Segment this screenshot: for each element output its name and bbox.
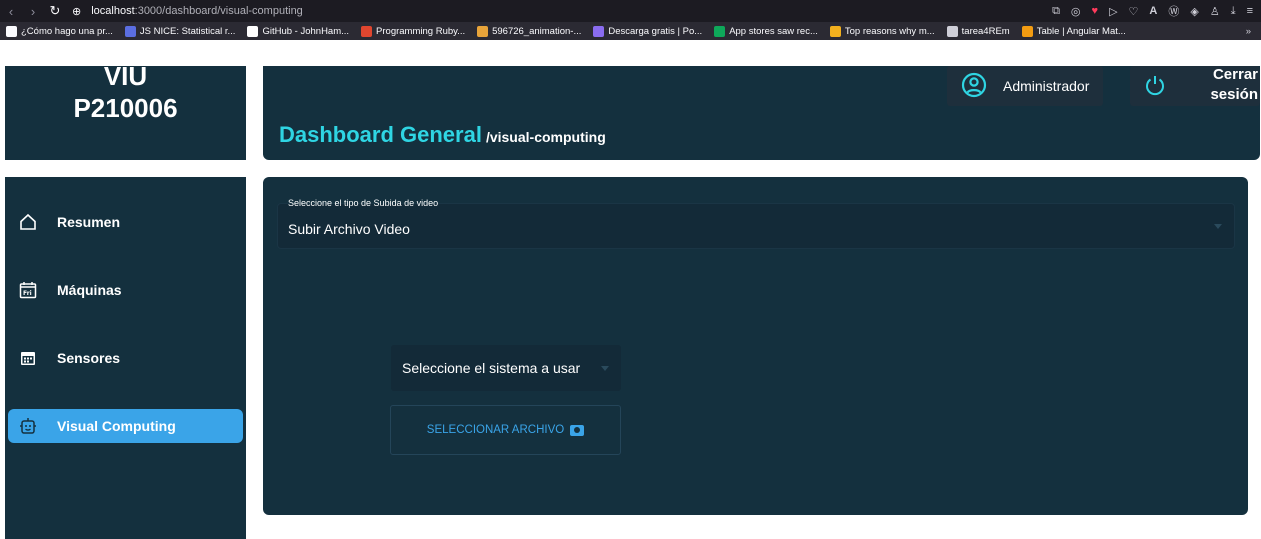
bookmark-favicon-icon: [477, 25, 489, 37]
sidebar-item-label: Máquinas: [57, 282, 122, 298]
bookmark-item[interactable]: Top reasons why m...: [829, 25, 935, 37]
logout-button[interactable]: Cerrar sesión: [1130, 66, 1260, 106]
bookmark-item[interactable]: Programming Ruby...: [361, 25, 466, 37]
page-header: Administrador Cerrar sesión Dashboard Ge…: [263, 66, 1260, 160]
bookmark-label: 596726_animation-...: [492, 25, 582, 37]
sidebar-item-label: Sensores: [57, 350, 121, 366]
app-root: VIU P210006 Administrador Cerrar sesión …: [0, 40, 1261, 539]
reload-icon[interactable]: ↻: [44, 0, 66, 22]
bookmark-item[interactable]: App stores saw rec...: [714, 25, 818, 37]
bookmark-favicon-icon: [247, 25, 259, 37]
bookmark-favicon-icon: [1021, 25, 1033, 37]
browser-toolbar: ‹ › ↻ ⊕ localhost:3000/dashboard/visual-…: [0, 0, 1261, 22]
system-select-placeholder: Seleccione el sistema a usar: [402, 360, 581, 376]
power-icon: [1144, 74, 1166, 99]
bookmark-favicon-icon: [361, 25, 373, 37]
bookmark-label: GitHub - JohnHam...: [262, 25, 350, 37]
bookmark-item[interactable]: tarea4REm: [946, 25, 1010, 37]
bookmark-label: Top reasons why m...: [844, 25, 935, 37]
bookmark-favicon-icon: [714, 25, 726, 37]
url-path: :3000/dashboard/visual-computing: [134, 5, 303, 17]
sidebar: Resumen Fri Máquinas Sensores Visual Com…: [5, 177, 246, 539]
account-icon[interactable]: ♙: [1210, 5, 1220, 18]
site-info-icon[interactable]: ⊕: [72, 5, 81, 18]
upload-type-select[interactable]: Seleccione el tipo de Subida de video Su…: [277, 198, 1235, 249]
bookmarks-overflow-icon[interactable]: »: [1246, 26, 1251, 37]
main-panel: Seleccione el tipo de Subida de video Su…: [263, 177, 1248, 515]
bookmark-favicon-icon: [593, 25, 605, 37]
bookmark-label: ¿Cómo hago una pr...: [21, 25, 113, 37]
font-ext-icon[interactable]: A: [1149, 5, 1157, 17]
svg-text:Fri: Fri: [23, 290, 32, 297]
robot-icon: [17, 415, 39, 437]
w-ext-icon[interactable]: Ⓦ: [1168, 3, 1179, 19]
bookmark-label: Programming Ruby...: [376, 25, 466, 37]
sidebar-item-label: Visual Computing: [57, 418, 176, 434]
camera-icon: [570, 424, 585, 436]
sidebar-item-maquinas[interactable]: Fri Máquinas: [8, 273, 243, 307]
home-icon: [17, 211, 39, 233]
download-icon[interactable]: ⤓: [1231, 5, 1236, 18]
user-circle-icon: [961, 72, 987, 101]
bookmark-label: Descarga gratis | Po...: [608, 25, 703, 37]
logout-line-1: Cerrar: [1212, 66, 1258, 83]
system-select[interactable]: Seleccione el sistema a usar: [391, 345, 621, 391]
admin-button[interactable]: Administrador: [947, 66, 1103, 106]
bookmark-item[interactable]: Table | Angular Mat...: [1021, 25, 1126, 37]
bookmark-favicon-icon: [124, 25, 136, 37]
logout-line-2: sesión: [1210, 86, 1258, 103]
select-file-label: SELECCIONAR ARCHIVO: [426, 424, 565, 436]
logout-label: Cerrar sesión: [1210, 65, 1258, 105]
calendar-grid-icon: [17, 347, 39, 369]
admin-label: Administrador: [1003, 78, 1090, 94]
brand-line-1: VIU: [103, 61, 148, 91]
screenshot-icon[interactable]: ⧉: [1052, 5, 1060, 18]
back-icon[interactable]: ‹: [0, 0, 22, 22]
chevron-down-icon: [601, 366, 609, 371]
bookmark-item[interactable]: ¿Cómo hago una pr...: [6, 25, 113, 37]
extension-icons: ⧉ ◎ ♥ ▷ ♡ A Ⓦ ◈ ♙ ⤓ ≡: [1052, 0, 1253, 22]
pocket-icon[interactable]: ♥: [1092, 5, 1099, 17]
sidebar-item-sensores[interactable]: Sensores: [8, 341, 243, 375]
upload-type-label: Seleccione el tipo de Subida de video: [288, 198, 439, 208]
sidebar-item-resumen[interactable]: Resumen: [8, 205, 243, 239]
sidebar-item-visual-computing[interactable]: Visual Computing: [8, 409, 243, 443]
url-host: localhost: [91, 5, 135, 17]
chevron-down-icon: [1214, 224, 1222, 229]
bookmark-label: App stores saw rec...: [729, 25, 818, 37]
page-title: Dashboard General/visual-computing: [279, 122, 606, 148]
upload-type-value: Subir Archivo Video: [288, 221, 410, 237]
bookmark-label: JS NICE: Statistical r...: [139, 25, 236, 37]
cube-ext-icon[interactable]: ◈: [1190, 5, 1198, 18]
page-subtitle: /visual-computing: [485, 129, 606, 145]
menu-icon[interactable]: ≡: [1247, 5, 1253, 17]
sidebar-item-label: Resumen: [57, 214, 121, 230]
bookmark-favicon-icon: [946, 25, 958, 37]
brand-line-2: P210006: [73, 93, 178, 123]
bookmark-favicon-icon: [6, 25, 17, 37]
bookmark-item[interactable]: 596726_animation-...: [477, 25, 582, 37]
heart-icon[interactable]: ♡: [1129, 5, 1139, 18]
bookmark-item[interactable]: Descarga gratis | Po...: [593, 25, 703, 37]
url-bar[interactable]: ⊕ localhost:3000/dashboard/visual-comput…: [72, 5, 303, 18]
brand-panel: VIU P210006: [5, 61, 246, 160]
select-file-button[interactable]: SELECCIONAR ARCHIVO: [390, 405, 621, 455]
bookmarks-bar: ¿Cómo hago una pr... JS NICE: Statistical…: [0, 22, 1261, 40]
forward-icon[interactable]: ›: [22, 0, 44, 22]
bookmark-favicon-icon: [829, 25, 841, 37]
bookmark-label: Table | Angular Mat...: [1036, 25, 1126, 37]
bookmark-item[interactable]: JS NICE: Statistical r...: [124, 25, 236, 37]
camera-icon[interactable]: ◎: [1071, 5, 1081, 18]
send-icon[interactable]: ▷: [1109, 5, 1117, 18]
bookmark-item[interactable]: GitHub - JohnHam...: [247, 25, 350, 37]
calendar-fri-icon: Fri: [17, 279, 39, 301]
page-title-text: Dashboard General: [279, 122, 482, 147]
bookmark-label: tarea4REm: [961, 25, 1010, 37]
